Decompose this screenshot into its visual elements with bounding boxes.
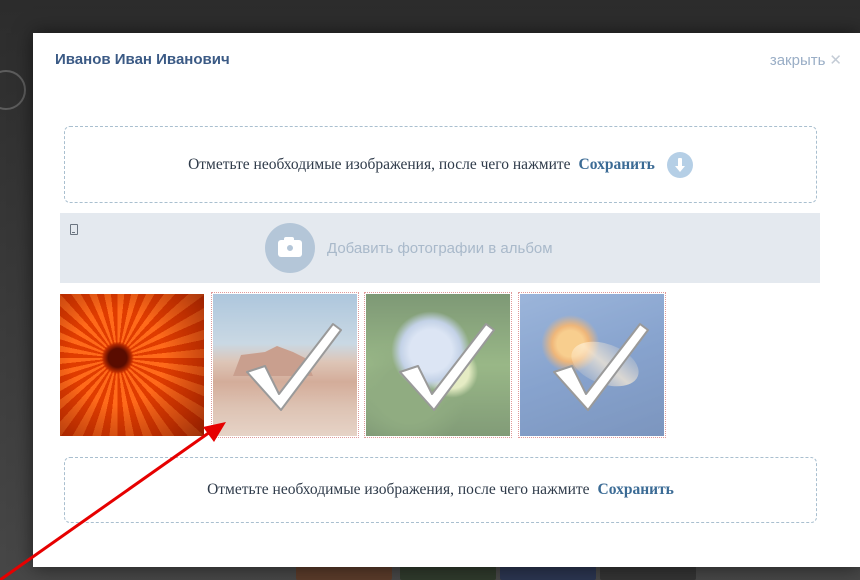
photo-thumb-hydrangea[interactable]: [364, 292, 512, 438]
checkmark-icon: [553, 323, 649, 411]
checkmark-icon: [246, 323, 342, 411]
photo-thumb-flower[interactable]: [60, 294, 204, 436]
bottom-save-link[interactable]: Сохранить: [598, 481, 674, 499]
top-save-link[interactable]: Сохранить: [579, 156, 655, 174]
close-button[interactable]: закрыть ✕: [769, 51, 842, 70]
top-hint-text: Отметьте необходимые изображения, после …: [188, 155, 571, 173]
mobile-icon[interactable]: [70, 224, 78, 235]
save-icon[interactable]: [666, 151, 693, 178]
add-photos-label: Добавить фотографии в альбом: [327, 239, 553, 257]
photo-thumb-desert[interactable]: [211, 292, 359, 438]
bottom-hint-box: Отметьте необходимые изображения, после …: [64, 457, 817, 523]
top-hint-box: Отметьте необходимые изображения, после …: [64, 126, 817, 203]
close-label: закрыть: [769, 51, 826, 69]
close-icon: ✕: [829, 52, 842, 69]
checkmark-icon: [399, 323, 495, 411]
background-circle: [0, 70, 26, 110]
photo-select-modal: Иванов Иван Иванович закрыть ✕ Отметьте …: [33, 33, 860, 567]
camera-icon: [265, 223, 315, 273]
add-photos-button[interactable]: Добавить фотографии в альбом: [265, 223, 553, 273]
modal-title: Иванов Иван Иванович: [55, 51, 230, 68]
add-photos-bar: Добавить фотографии в альбом: [60, 213, 820, 283]
photo-thumb-jellyfish[interactable]: [518, 292, 666, 438]
bottom-hint-text: Отметьте необходимые изображения, после …: [207, 481, 590, 498]
